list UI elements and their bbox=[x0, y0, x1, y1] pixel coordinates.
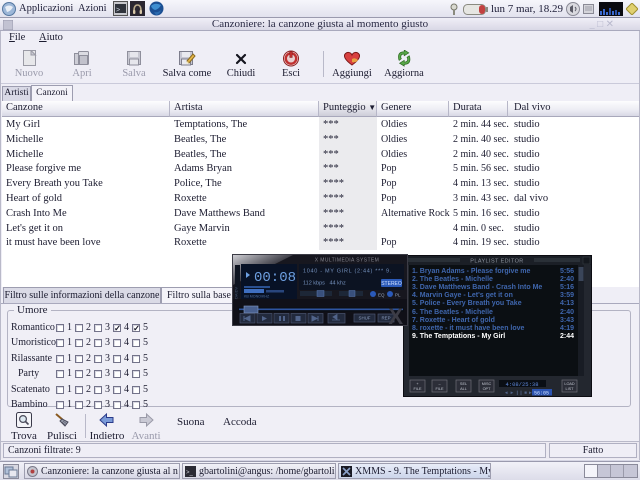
svg-text:FILE: FILE bbox=[413, 387, 421, 391]
svg-text:56:05: 56:05 bbox=[534, 391, 549, 397]
svg-text:STEREO: STEREO bbox=[381, 281, 402, 287]
svg-text:112 kbps 44 khz: 112 kbps 44 khz bbox=[303, 281, 346, 287]
svg-text:SHUF: SHUF bbox=[359, 316, 371, 321]
svg-text:OPT: OPT bbox=[483, 387, 491, 391]
svg-text:EQ: EQ bbox=[378, 293, 385, 298]
svg-text:MISC: MISC bbox=[482, 382, 492, 386]
svg-text:1040 - MY GIRL (2:44) *** 9.: 1040 - MY GIRL (2:44) *** 9. bbox=[303, 269, 392, 275]
svg-text:ALL: ALL bbox=[460, 387, 467, 391]
svg-text:OAIDV: OAIDV bbox=[234, 286, 239, 299]
svg-text:LOAD: LOAD bbox=[564, 382, 575, 386]
svg-text:4:08/25:38: 4:08/25:38 bbox=[505, 381, 538, 388]
svg-text:>_: >_ bbox=[186, 470, 194, 476]
svg-text:PL: PL bbox=[395, 293, 401, 298]
svg-text:PLAYLIST EDITOR: PLAYLIST EDITOR bbox=[470, 259, 523, 265]
svg-text:KB MONO/KHZ: KB MONO/KHZ bbox=[244, 295, 270, 299]
svg-text:00:08: 00:08 bbox=[254, 270, 296, 286]
svg-text:X MULTIMEDIA SYSTEM: X MULTIMEDIA SYSTEM bbox=[315, 258, 379, 264]
svg-text:FILE: FILE bbox=[435, 387, 443, 391]
svg-text:X: X bbox=[388, 304, 403, 325]
svg-text:SEL: SEL bbox=[460, 382, 467, 386]
svg-text:>_: >_ bbox=[116, 7, 124, 14]
svg-text:LIST: LIST bbox=[565, 387, 574, 391]
